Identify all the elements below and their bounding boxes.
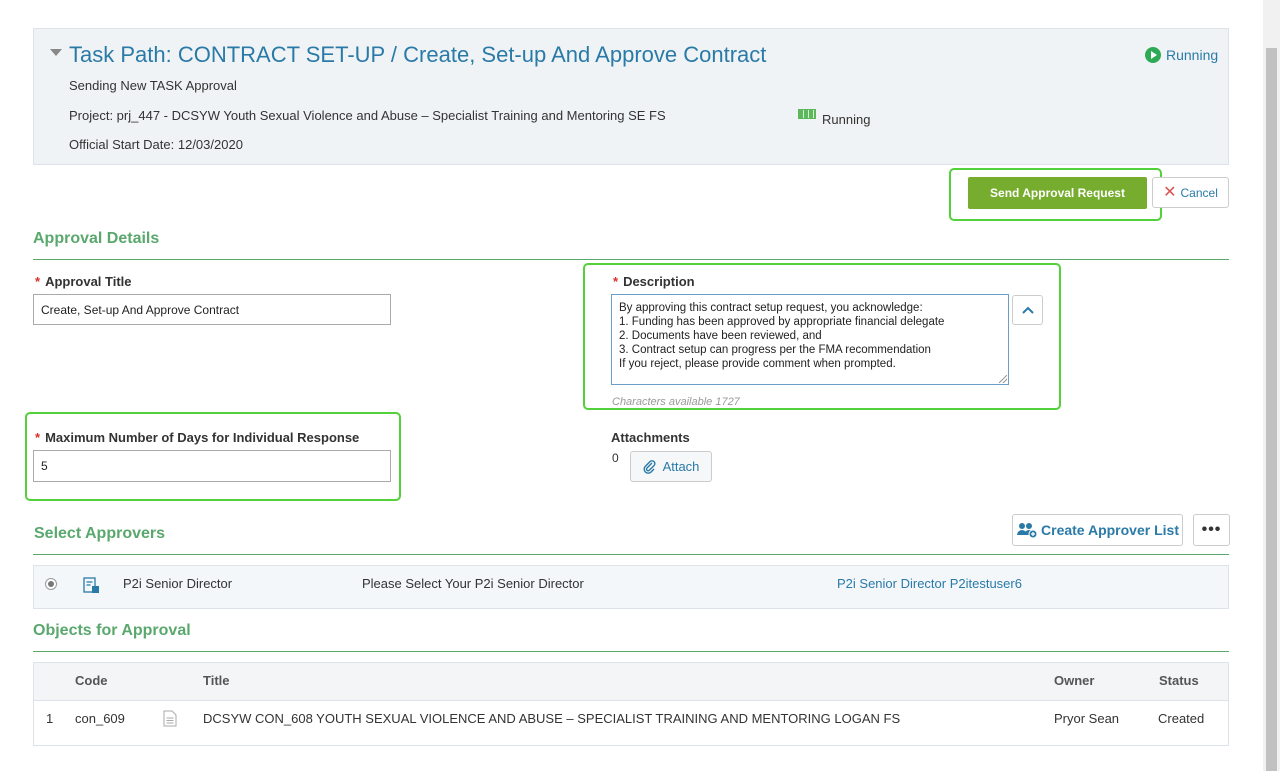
description-line: 2. Documents have been reviewed, and [619, 330, 822, 342]
required-asterisk: * [35, 430, 41, 445]
scrollbar-thumb[interactable] [1266, 48, 1277, 771]
approval-details-heading: Approval Details [33, 230, 160, 247]
play-status-icon [1145, 47, 1161, 63]
official-start-date: Official Start Date: 12/03/2020 [69, 137, 243, 152]
progress-battery-icon [798, 109, 816, 119]
task-status-label: Running [1166, 47, 1219, 63]
column-header-owner[interactable]: Owner [1054, 673, 1094, 688]
attachments-label: Attachments [611, 430, 690, 445]
column-header-status[interactable]: Status [1159, 673, 1199, 688]
add-group-icon [1017, 523, 1038, 539]
attach-label: Attach [662, 459, 700, 474]
row-index: 1 [46, 711, 54, 726]
more-options-button[interactable]: ••• [1193, 514, 1230, 546]
create-approver-list-button[interactable]: Create Approver List [1012, 514, 1183, 546]
attachments-count: 0 [612, 451, 619, 465]
create-approver-list-label: Create Approver List [1041, 522, 1179, 538]
objects-heading: Objects for Approval [33, 622, 191, 639]
task-path-title: Task Path: CONTRACT SET-UP / Create, Set… [69, 42, 767, 67]
description-label: * Description [613, 274, 695, 289]
approver-radio[interactable] [45, 578, 57, 590]
section-divider [33, 554, 1229, 555]
sending-subtitle: Sending New TASK Approval [69, 78, 237, 93]
column-header-title[interactable]: Title [203, 673, 230, 688]
description-line: If you reject, please provide comment wh… [619, 358, 896, 370]
description-line: 3. Contract setup can progress per the F… [619, 344, 931, 356]
description-line: 1. Funding has been approved by appropri… [619, 316, 945, 328]
required-asterisk: * [35, 274, 41, 289]
object-code: con_609 [75, 711, 125, 726]
required-asterisk: * [613, 274, 619, 289]
approval-title-input[interactable]: Create, Set-up And Approve Contract [33, 294, 391, 325]
project-info: Project: prj_447 - DCSYW Youth Sexual Vi… [69, 108, 666, 123]
resize-grip-icon[interactable] [999, 375, 1007, 383]
close-icon: ✕ [1163, 183, 1177, 201]
cancel-label: Cancel [1180, 185, 1218, 200]
document-icon[interactable] [163, 710, 177, 730]
chevron-up-icon [1021, 306, 1034, 314]
approver-role: P2i Senior Director [123, 576, 233, 591]
object-status: Created [1158, 711, 1205, 726]
select-approvers-heading: Select Approvers [34, 525, 166, 542]
cancel-button[interactable]: ✕ Cancel [1152, 177, 1229, 208]
max-days-label: * Maximum Number of Days for Individual R… [35, 430, 360, 445]
collapse-triangle-icon[interactable] [50, 49, 62, 56]
column-header-code[interactable]: Code [75, 673, 108, 688]
section-divider [33, 651, 1229, 652]
task-status: Running [1145, 47, 1218, 63]
max-days-input[interactable]: 5 [33, 450, 391, 482]
object-owner-link[interactable]: Pryor Sean [1054, 711, 1119, 726]
collapse-description-button[interactable] [1012, 295, 1043, 325]
approval-title-label: * Approval Title [35, 274, 132, 289]
characters-available: Characters available 1727 [612, 396, 740, 408]
attach-button[interactable]: Attach [630, 451, 712, 482]
send-approval-request-button[interactable]: Send Approval Request [968, 177, 1147, 209]
object-title: DCSYW CON_608 YOUTH SEXUAL VIOLENCE AND … [203, 711, 901, 726]
project-status: Running [822, 112, 871, 127]
paperclip-icon [643, 459, 656, 474]
section-divider [33, 259, 1229, 260]
description-textarea[interactable]: By approving this contract setup request… [611, 294, 1009, 385]
approver-instruction: Please Select Your P2i Senior Director [362, 576, 584, 591]
approver-assignee-link[interactable]: P2i Senior Director P2itestuser6 [837, 576, 1022, 591]
description-line: By approving this contract setup request… [619, 302, 923, 314]
role-card-icon [83, 577, 100, 597]
